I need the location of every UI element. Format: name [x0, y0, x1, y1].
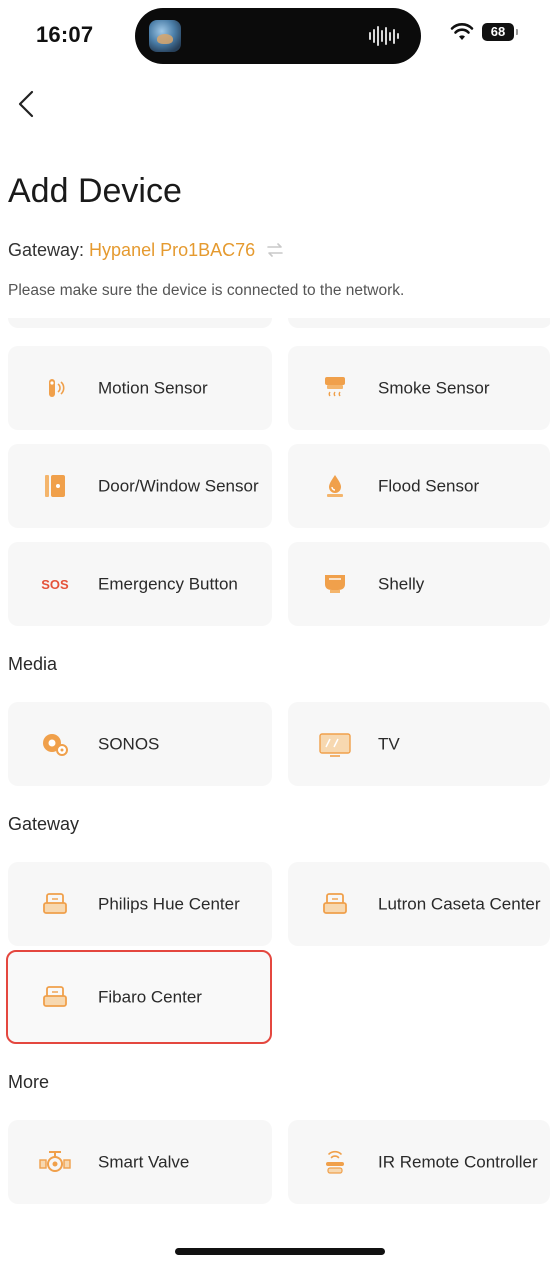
- device-card-flood-sensor[interactable]: Flood Sensor: [288, 444, 550, 528]
- device-label: Flood Sensor: [378, 476, 480, 496]
- device-label: IR Remote Controller: [378, 1152, 538, 1172]
- motion-sensor-icon: [49, 379, 65, 397]
- device-card-ir-remote-controller[interactable]: IR Remote Controller: [288, 1120, 550, 1204]
- device-card-fibaro-center[interactable]: Fibaro Center: [6, 950, 272, 1044]
- device-card-philips-hue-center[interactable]: Philips Hue Center: [8, 862, 272, 946]
- section-title-media: Media: [8, 654, 58, 674]
- device-label: SONOS: [98, 734, 160, 754]
- tv-icon: [319, 733, 351, 757]
- shelly-icon: [325, 575, 345, 593]
- svg-text:SOS: SOS: [41, 577, 69, 592]
- section-title-more: More: [8, 1072, 50, 1092]
- device-label: Door/Window Sensor: [98, 476, 259, 496]
- device-card-motion-sensor[interactable]: Motion Sensor: [8, 346, 272, 430]
- status-bar: 16:07 68: [0, 0, 550, 70]
- ir-remote-icon: [326, 1150, 344, 1174]
- device-label: TV: [378, 734, 400, 754]
- door-window-sensor-icon: [45, 475, 65, 497]
- device-label: Motion Sensor: [98, 378, 208, 398]
- dynamic-island[interactable]: [135, 8, 421, 64]
- scrolled-cards-edge: [8, 318, 550, 330]
- hub-icon: [43, 986, 67, 1007]
- back-button[interactable]: [12, 86, 42, 122]
- device-label: Fibaro Center: [98, 987, 202, 1007]
- valve-icon: [39, 1151, 71, 1172]
- device-card-smoke-sensor[interactable]: Smoke Sensor: [288, 346, 550, 430]
- device-card-door-window-sensor[interactable]: Door/Window Sensor: [8, 444, 272, 528]
- device-card-shelly[interactable]: Shelly: [288, 542, 550, 626]
- gateway-selector: Gateway: Hypanel Pro1BAC76: [8, 240, 284, 261]
- section-title-gateway: Gateway: [8, 814, 80, 834]
- status-time: 16:07: [36, 22, 94, 47]
- wifi-icon: [450, 23, 474, 40]
- device-label: Lutron Caseta Center: [378, 894, 541, 914]
- gateway-label: Gateway:: [8, 240, 90, 260]
- hub-icon: [323, 893, 347, 914]
- device-label: Shelly: [378, 574, 425, 594]
- device-card-emergency-button[interactable]: SOS Emergency Button: [8, 542, 272, 626]
- device-card-smart-valve[interactable]: Smart Valve: [8, 1120, 272, 1204]
- flood-sensor-icon: [327, 475, 343, 497]
- network-hint: Please make sure the device is connected…: [8, 282, 405, 299]
- smoke-sensor-icon: [325, 377, 345, 397]
- battery-icon: 68: [482, 23, 518, 41]
- device-label: Smart Valve: [98, 1152, 190, 1172]
- device-label: Smoke Sensor: [378, 378, 490, 398]
- device-label: Emergency Button: [98, 574, 238, 594]
- device-label: Philips Hue Center: [98, 894, 240, 914]
- now-playing-artwork-icon: [149, 20, 181, 52]
- audio-waveform-icon: [369, 25, 399, 47]
- sonos-speaker-icon: [43, 734, 68, 756]
- switch-gateway-icon[interactable]: [266, 242, 284, 258]
- device-card-lutron-caseta-center[interactable]: Lutron Caseta Center: [288, 862, 550, 946]
- hub-icon: [43, 893, 67, 914]
- device-card-sonos[interactable]: SONOS: [8, 702, 272, 786]
- device-card-tv[interactable]: TV: [288, 702, 550, 786]
- page-title: Add Device: [8, 172, 182, 210]
- gateway-name[interactable]: Hypanel Pro1BAC76: [89, 240, 255, 260]
- sos-icon: SOS: [41, 577, 69, 592]
- home-indicator[interactable]: [175, 1248, 385, 1255]
